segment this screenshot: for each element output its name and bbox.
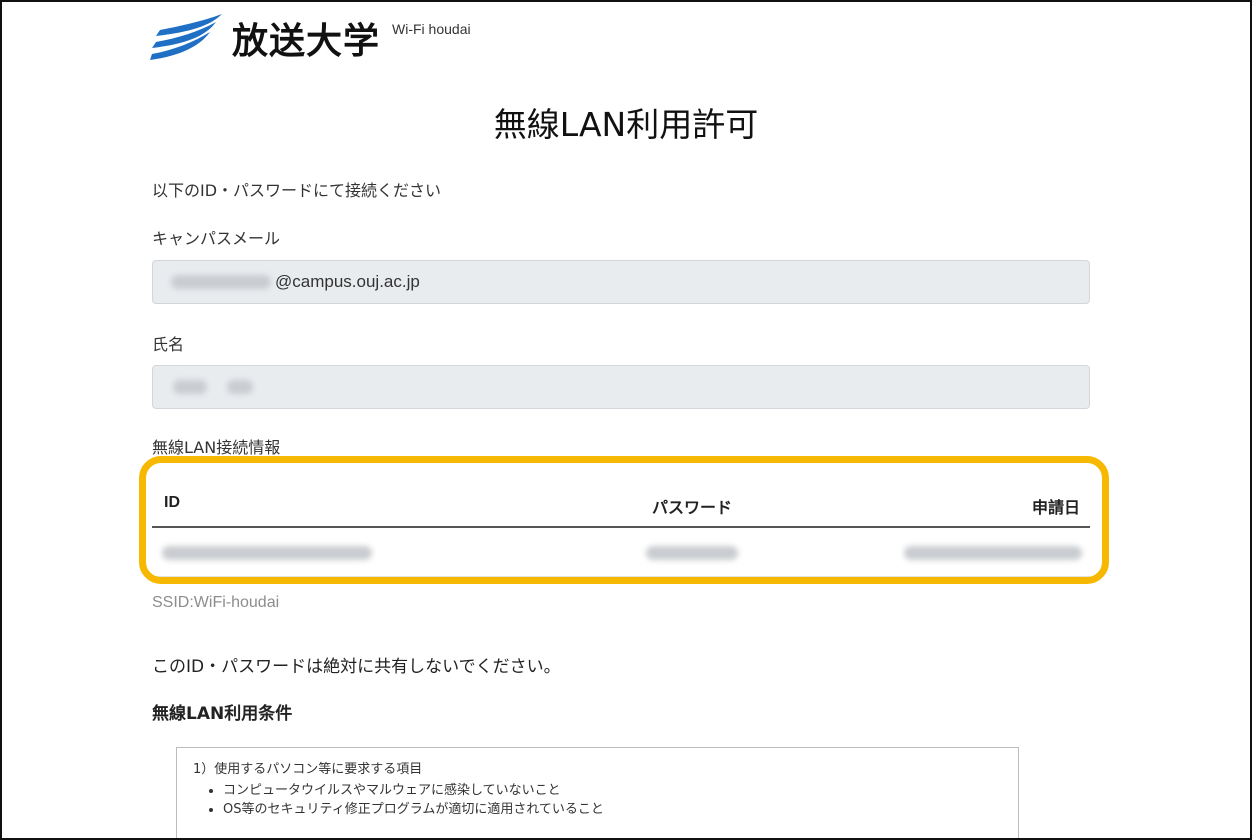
logo-name: 放送大学 (232, 21, 381, 62)
list-item: コンピュータウイルスやマルウェアに感染していないこと (223, 783, 1018, 798)
redacted-id (162, 546, 372, 560)
conditions-heading: 無線LAN利用条件 (152, 704, 293, 724)
table-row (152, 528, 1090, 577)
terms-box[interactable]: 1）使用するパソコン等に要求する項目 コンピュータウイルスやマルウェアに感染して… (176, 747, 1019, 838)
share-warning: このID・パスワードは絶対に共有しないでください。 (152, 657, 561, 677)
logo-mark-icon (150, 14, 222, 60)
ssid-text: SSID:WiFi-houdai (152, 594, 280, 611)
wlan-info-table: ID パスワード 申請日 (152, 480, 1090, 577)
column-header-id: ID (164, 494, 180, 511)
campus-mail-domain: @campus.ouj.ac.jp (275, 272, 420, 291)
table-header-row: ID パスワード 申請日 (152, 480, 1090, 528)
column-header-date: 申請日 (1031, 498, 1080, 517)
campus-mail-label: キャンパスメール (152, 229, 281, 248)
intro-text: 以下のID・パスワードにて接続ください (152, 181, 442, 200)
page-frame: 放送大学 Wi-Fi houdai 無線LAN利用許可 以下のID・パスワードに… (0, 0, 1252, 840)
redacted-given-name (227, 380, 253, 394)
page-title: 無線LAN利用許可 (493, 105, 759, 144)
column-header-password: パスワード (652, 498, 733, 517)
name-label: 氏名 (152, 335, 185, 354)
redacted-family-name (173, 380, 207, 394)
redacted-password (646, 546, 738, 560)
terms-item-1: 1）使用するパソコン等に要求する項目 (193, 762, 423, 777)
redacted-date (904, 546, 1082, 560)
redacted-mail-user (171, 275, 271, 289)
campus-mail-field: @campus.ouj.ac.jp (152, 260, 1090, 304)
logo: 放送大学 Wi-Fi houdai (150, 10, 471, 66)
list-item: OS等のセキュリティ修正プログラムが適切に適用されていること (223, 802, 1018, 817)
wlan-info-label: 無線LAN接続情報 (152, 438, 281, 457)
logo-subtitle: Wi-Fi houdai (392, 21, 471, 37)
name-field (152, 365, 1090, 409)
terms-list: コンピュータウイルスやマルウェアに感染していないこと OS等のセキュリティ修正プ… (193, 783, 1018, 817)
